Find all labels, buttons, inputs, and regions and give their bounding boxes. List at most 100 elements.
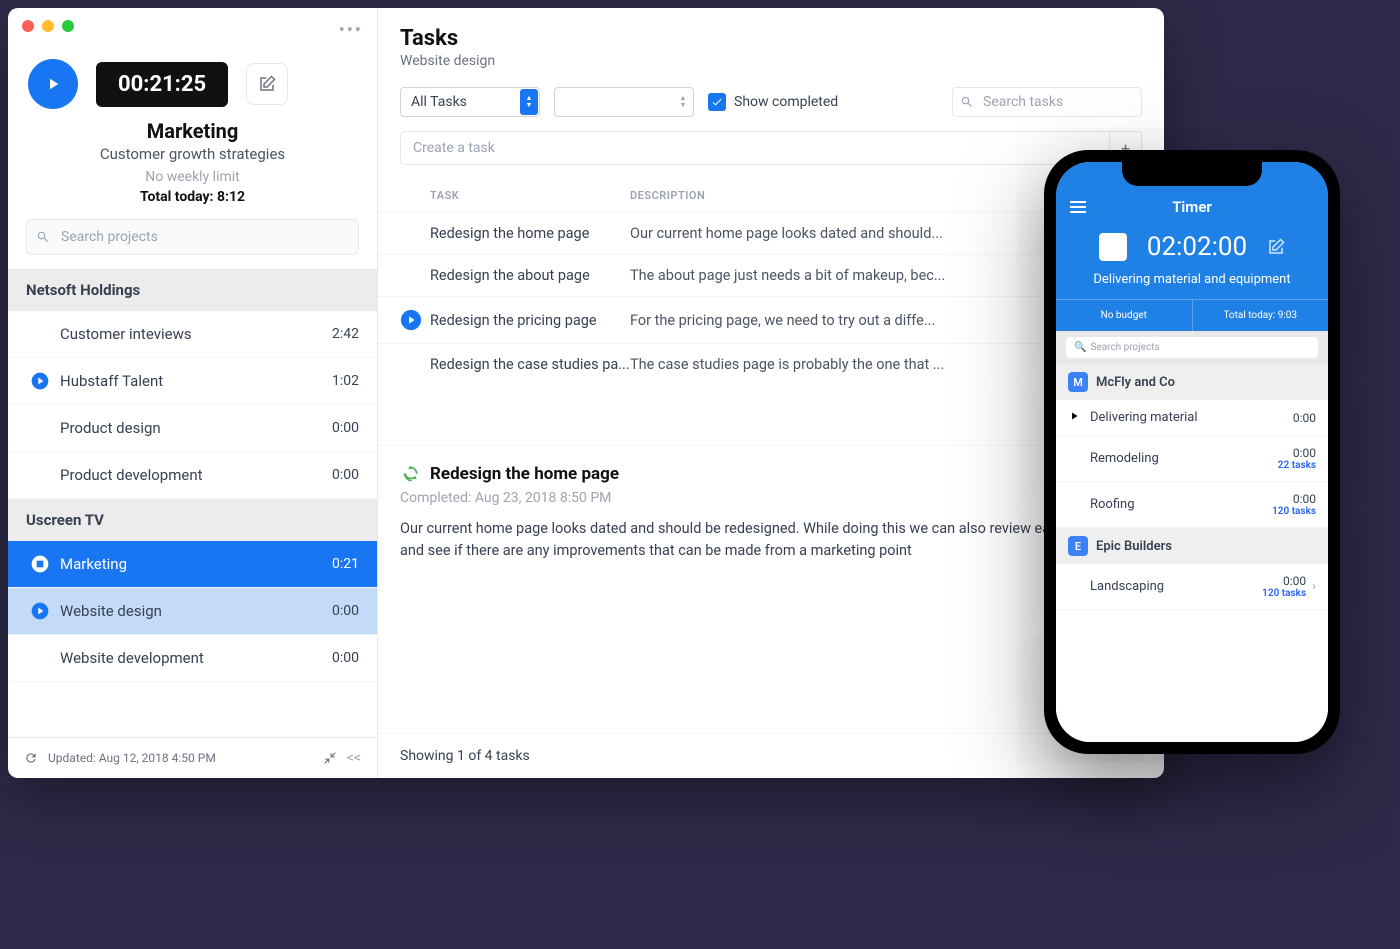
select-arrows-icon: ▲▼	[674, 89, 692, 115]
phone-total: Total today: 9:03	[1193, 300, 1329, 331]
detail-body: Our current home page looks dated and sh…	[400, 518, 1142, 562]
project-time: 0:00	[332, 650, 359, 666]
search-tasks-input[interactable]	[952, 87, 1142, 117]
filter-secondary[interactable]: ▲▼	[554, 87, 694, 117]
stop-icon	[30, 554, 50, 574]
project-label: Website development	[60, 649, 204, 667]
edit-icon[interactable]	[1267, 238, 1285, 256]
phone-project-item[interactable]: Roofing0:00120 tasks	[1056, 482, 1328, 528]
checkbox-icon	[708, 93, 726, 111]
search-projects-input[interactable]	[26, 219, 359, 255]
phone-notch	[1122, 162, 1262, 186]
phone-org-header: EEpic Builders	[1056, 528, 1328, 564]
phone-task-label: Delivering material and equipment	[1056, 266, 1328, 299]
collapse-icon[interactable]: <<	[347, 750, 361, 766]
project-item[interactable]: Customer inteviews2:42	[8, 311, 377, 358]
phone-budget: No budget	[1056, 300, 1193, 331]
project-item[interactable]: Product design 0:00	[8, 405, 377, 452]
phone-header: Timer 02:02:00 Delivering material and e…	[1056, 162, 1328, 331]
phone-project-item[interactable]: Remodeling0:0022 tasks	[1056, 436, 1328, 482]
maximize-icon[interactable]	[62, 20, 74, 32]
task-name: Redesign the about page	[430, 267, 630, 284]
project-item[interactable]: Hubstaff Talent 1:02	[8, 358, 377, 405]
timer-row: 00:21:25	[8, 53, 377, 119]
play-icon	[1068, 410, 1080, 426]
sidebar: ••• 00:21:25 Marketing Customer growth s…	[8, 8, 378, 778]
project-subtitle: Customer growth strategies	[28, 145, 357, 163]
main-footer: Showing 1 of 4 tasks	[378, 733, 1164, 778]
org-header: Uscreen TV	[8, 499, 377, 541]
minimize-icon[interactable]	[42, 20, 54, 32]
org-header: Netsoft Holdings	[8, 269, 377, 311]
timer-display: 00:21:25	[96, 62, 228, 107]
th-task: TASK	[400, 189, 630, 202]
project-item[interactable]: Marketing 0:21	[8, 541, 377, 588]
create-task: +	[400, 131, 1142, 165]
project-item[interactable]: Website development 0:00	[8, 635, 377, 682]
search-projects	[26, 219, 359, 255]
show-completed-toggle[interactable]: Show completed	[708, 93, 838, 111]
desktop-app-window: ••• 00:21:25 Marketing Customer growth s…	[8, 8, 1164, 778]
project-header: Marketing Customer growth strategies No …	[8, 119, 377, 219]
filter-bar: All Tasks ▲▼ ▲▼ Show completed	[378, 77, 1164, 127]
phone-screen: Timer 02:02:00 Delivering material and e…	[1056, 162, 1328, 742]
project-time: 0:00	[332, 420, 359, 436]
project-time: 0:21	[332, 556, 359, 572]
search-icon	[36, 230, 50, 244]
project-list: Netsoft HoldingsCustomer inteviews2:42Hu…	[8, 269, 377, 737]
project-item[interactable]: Product development 0:00	[8, 452, 377, 499]
updated-label: Updated: Aug 12, 2018 4:50 PM	[48, 751, 216, 765]
filter-all-tasks[interactable]: All Tasks ▲▼	[400, 87, 540, 117]
more-menu-icon[interactable]: •••	[339, 20, 363, 41]
phone-project-list: MMcFly and CoDelivering material0:00Remo…	[1056, 364, 1328, 742]
project-label: Product design	[60, 419, 161, 437]
completed-label: Completed: Aug 23, 2018 8:50 PM	[400, 490, 1142, 506]
project-label: Marketing	[60, 555, 127, 573]
phone-org-header: MMcFly and Co	[1056, 364, 1328, 400]
project-label: Customer inteviews	[60, 325, 192, 343]
window-controls: •••	[8, 8, 377, 53]
phone-search[interactable]: 🔍Search projects	[1056, 331, 1328, 364]
phone-project-label: Remodeling	[1090, 451, 1159, 466]
close-icon[interactable]	[22, 20, 34, 32]
create-task-input[interactable]	[401, 132, 1109, 164]
task-name: Redesign the case studies pa...	[430, 356, 630, 373]
play-button[interactable]	[28, 59, 78, 109]
sidebar-footer: Updated: Aug 12, 2018 4:50 PM <<	[8, 737, 377, 778]
total-today: Total today: 8:12	[28, 189, 357, 205]
refresh-icon[interactable]	[24, 751, 38, 765]
select-arrows-icon: ▲▼	[520, 89, 538, 115]
weekly-limit: No weekly limit	[28, 169, 357, 185]
main-header: Tasks Website design	[378, 8, 1164, 77]
stop-button[interactable]	[1099, 233, 1127, 261]
phone-title: Timer	[1086, 198, 1298, 216]
project-item[interactable]: Website design0:00	[8, 588, 377, 635]
phone-project-item[interactable]: Landscaping0:00120 tasks›	[1056, 564, 1328, 610]
detail-title: Redesign the home page	[430, 464, 619, 484]
project-title: Marketing	[28, 119, 357, 143]
play-icon	[30, 601, 50, 621]
minimize-panel-icon[interactable]	[323, 751, 337, 765]
phone-project-label: Delivering material	[1090, 410, 1198, 425]
chevron-right-icon: ›	[1312, 579, 1316, 594]
search-tasks	[952, 87, 1142, 117]
org-avatar: M	[1068, 372, 1088, 392]
phone-project-item[interactable]: Delivering material0:00	[1056, 400, 1328, 436]
project-label: Hubstaff Talent	[60, 372, 163, 390]
project-label: Website design	[60, 602, 162, 620]
project-time: 0:00	[332, 467, 359, 483]
phone-timer-display: 02:02:00	[1147, 232, 1247, 262]
play-icon[interactable]	[400, 309, 422, 331]
project-time: 1:02	[332, 373, 359, 389]
project-label: Product development	[60, 466, 203, 484]
edit-button[interactable]	[246, 63, 288, 105]
task-name: Redesign the home page	[430, 225, 630, 242]
play-icon	[30, 371, 50, 391]
hamburger-icon[interactable]	[1070, 201, 1086, 213]
phone-frame: Timer 02:02:00 Delivering material and e…	[1044, 150, 1340, 754]
phone-project-label: Landscaping	[1090, 579, 1164, 594]
search-icon	[960, 95, 974, 109]
recycle-icon	[400, 464, 420, 484]
page-title: Tasks	[400, 26, 1142, 51]
phone-project-label: Roofing	[1090, 497, 1135, 512]
